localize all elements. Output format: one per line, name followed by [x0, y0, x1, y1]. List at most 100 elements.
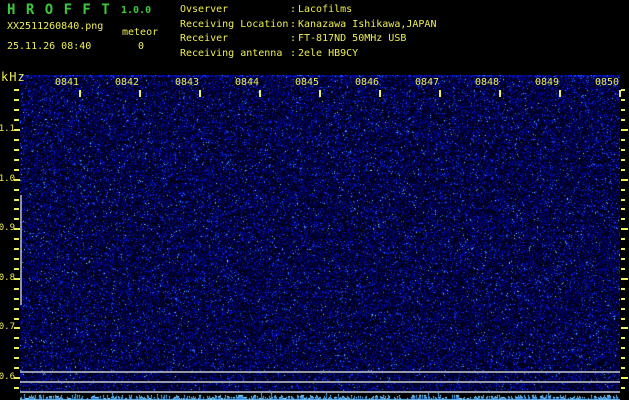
freq-tick-right: [621, 267, 625, 270]
freq-tick-label: 0.7: [0, 322, 15, 333]
freq-tick: [14, 168, 19, 171]
info-colon: :: [290, 48, 297, 60]
freq-tick-right: [621, 387, 625, 389]
freq-tick: [14, 208, 19, 211]
freq-tick-right: [621, 129, 628, 132]
info-colon: :: [290, 4, 297, 15]
freq-tick-right: [621, 277, 628, 280]
capture-datetime: 25.11.26 08:40: [7, 41, 92, 52]
freq-tick-right: [621, 228, 628, 231]
time-tick: [559, 90, 561, 97]
freq-tick-label: 1.0: [0, 173, 15, 184]
time-tick: [499, 90, 501, 97]
info-row: Receiving Location: Kanazawa Ishikawa,JAP…: [180, 19, 436, 34]
freq-tick-label: 0.8: [0, 272, 15, 283]
freq-tick-right: [621, 158, 625, 161]
freq-unit-label: kHz: [1, 70, 26, 84]
time-tick-label: 0846: [354, 77, 380, 88]
carrier-line: [20, 371, 620, 373]
time-tick: [79, 90, 81, 97]
info-value: 2ele HB9CY: [298, 48, 359, 60]
freq-tick: [14, 297, 19, 300]
info-colon: :: [290, 33, 297, 45]
freq-tick: [14, 357, 19, 360]
freq-tick-right: [621, 287, 625, 290]
freq-tick-right: [621, 258, 625, 261]
info-row: Ovserver: Lacofilms: [180, 4, 436, 19]
app-title: H R O F F T: [7, 2, 111, 18]
freq-tick-right: [621, 208, 625, 211]
freq-tick: [14, 258, 19, 261]
freq-tick-right: [621, 297, 625, 300]
freq-tick: [14, 317, 19, 320]
info-value: Kanazawa Ishikawa,JAPAN: [298, 18, 437, 30]
plot-left-border-line: [20, 195, 22, 305]
freq-tick-right: [621, 198, 625, 201]
freq-tick: [14, 337, 19, 340]
freq-tick: [14, 218, 19, 221]
mode-label: meteor: [122, 27, 159, 38]
freq-tick-right: [621, 377, 628, 380]
freq-tick-right: [621, 89, 625, 92]
info-value: FT-817ND 50MHz USB: [298, 33, 407, 45]
hrofft-screen: H R O F F T 1.0.0 XX2511260840.png meteo…: [0, 0, 629, 400]
time-tick-label: 0849: [534, 77, 560, 88]
freq-tick-right: [621, 347, 625, 350]
freq-tick: [14, 109, 19, 112]
info-label: Receiving Location: [180, 18, 289, 30]
freq-tick: [14, 188, 19, 191]
time-tick-label: 0844: [234, 77, 260, 88]
freq-tick-right: [621, 357, 625, 360]
info-colon: :: [290, 18, 297, 30]
time-tick-label: 0848: [474, 77, 500, 88]
time-tick-label: 0841: [54, 77, 80, 88]
freq-tick-right: [621, 139, 625, 141]
freq-tick-label: 1.1: [0, 124, 15, 135]
freq-tick: [14, 139, 19, 141]
info-label: Receiver: [180, 33, 229, 45]
freq-tick: [14, 367, 19, 370]
time-tick: [259, 90, 261, 97]
freq-tick-label: 0.6: [0, 372, 15, 383]
spectrogram-canvas: [20, 75, 620, 400]
freq-tick: [14, 267, 19, 270]
time-tick-label: 0842: [114, 77, 140, 88]
freq-tick-right: [621, 248, 625, 251]
carrier-line: [20, 391, 620, 393]
freq-tick-right: [621, 119, 625, 122]
capture-filename: XX2511260840.png: [7, 21, 104, 32]
freq-tick: [14, 148, 19, 151]
freq-tick-right: [621, 367, 625, 370]
app-version: 1.0.0: [121, 5, 152, 16]
time-tick: [319, 90, 321, 97]
freq-tick-right: [621, 317, 625, 320]
freq-tick-right: [621, 337, 625, 340]
time-tick: [139, 90, 141, 97]
freq-tick: [14, 99, 19, 102]
freq-tick: [14, 198, 19, 201]
freq-tick-right: [621, 99, 625, 102]
freq-tick-right: [621, 307, 625, 310]
meteor-count: 0: [138, 41, 145, 52]
freq-tick: [14, 248, 19, 251]
info-label: Receiving antenna: [180, 48, 283, 60]
freq-tick-right: [621, 238, 625, 241]
freq-tick: [14, 307, 19, 310]
info-row: Receiver: FT-817ND 50MHz USB: [180, 33, 436, 48]
info-value: Lacofilms: [298, 4, 353, 15]
freq-tick-right: [621, 109, 625, 112]
freq-tick: [14, 89, 19, 92]
freq-tick: [14, 238, 19, 241]
freq-tick-label: 0.9: [0, 223, 15, 234]
carrier-line: [20, 381, 620, 383]
info-row: Receiving antenna:2ele HB9CY: [180, 48, 436, 63]
freq-tick-right: [621, 218, 625, 221]
freq-tick: [14, 347, 19, 350]
station-info: Ovserver: Lacofilms Receiving Location: Kan…: [180, 4, 436, 63]
freq-tick-right: [621, 178, 628, 181]
time-tick-label: 0843: [174, 77, 200, 88]
freq-tick: [14, 287, 19, 290]
freq-tick: [14, 387, 19, 389]
time-tick: [439, 90, 441, 97]
time-tick-label: 0847: [414, 77, 440, 88]
